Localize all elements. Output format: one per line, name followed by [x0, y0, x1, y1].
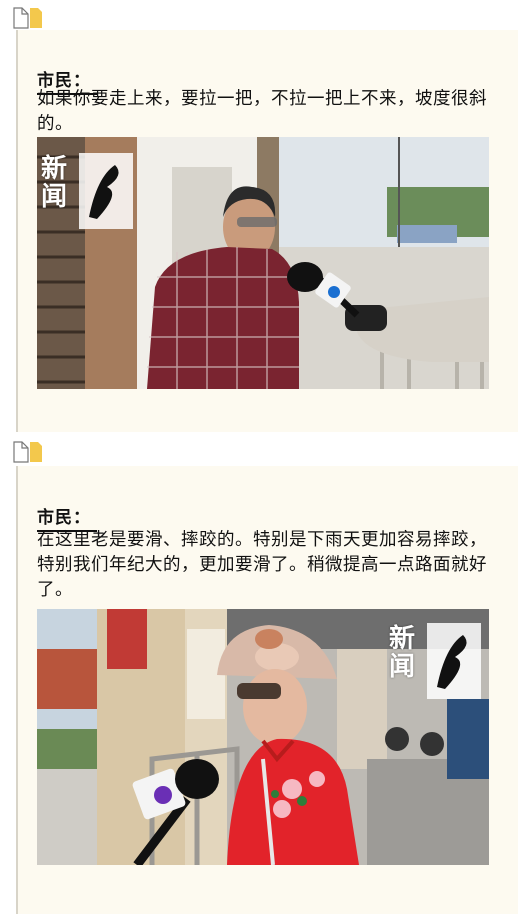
quote-text: 如果你要走上来，要拉一把，不拉一把上不来，坡度很斜的。	[37, 89, 487, 134]
interview-photo: 新闻	[37, 609, 489, 865]
document-corner-icon	[13, 7, 42, 29]
news-logo-watermark: 新闻	[385, 617, 481, 705]
divider-line	[16, 466, 18, 914]
quote-card: 市民： 如果你要走上来，要拉一把，不拉一把上不来，坡度很斜的。 新 闻	[16, 30, 518, 432]
divider-line	[16, 30, 18, 432]
quote-text: 在这里老是要滑、摔跤的。特别是下雨天更加容易摔跤，特别我们年纪大的，更加要滑了。…	[37, 530, 487, 600]
document-corner-icon	[13, 441, 42, 463]
speaker-label: 市民：	[37, 503, 97, 532]
news-logo-watermark: 新闻	[37, 147, 133, 235]
quote-card: 市民： 在这里老是要滑、摔跤的。特别是下雨天更加容易摔跤，特别我们年纪大的，更加…	[16, 466, 518, 914]
interview-photo: 新闻	[37, 137, 489, 389]
